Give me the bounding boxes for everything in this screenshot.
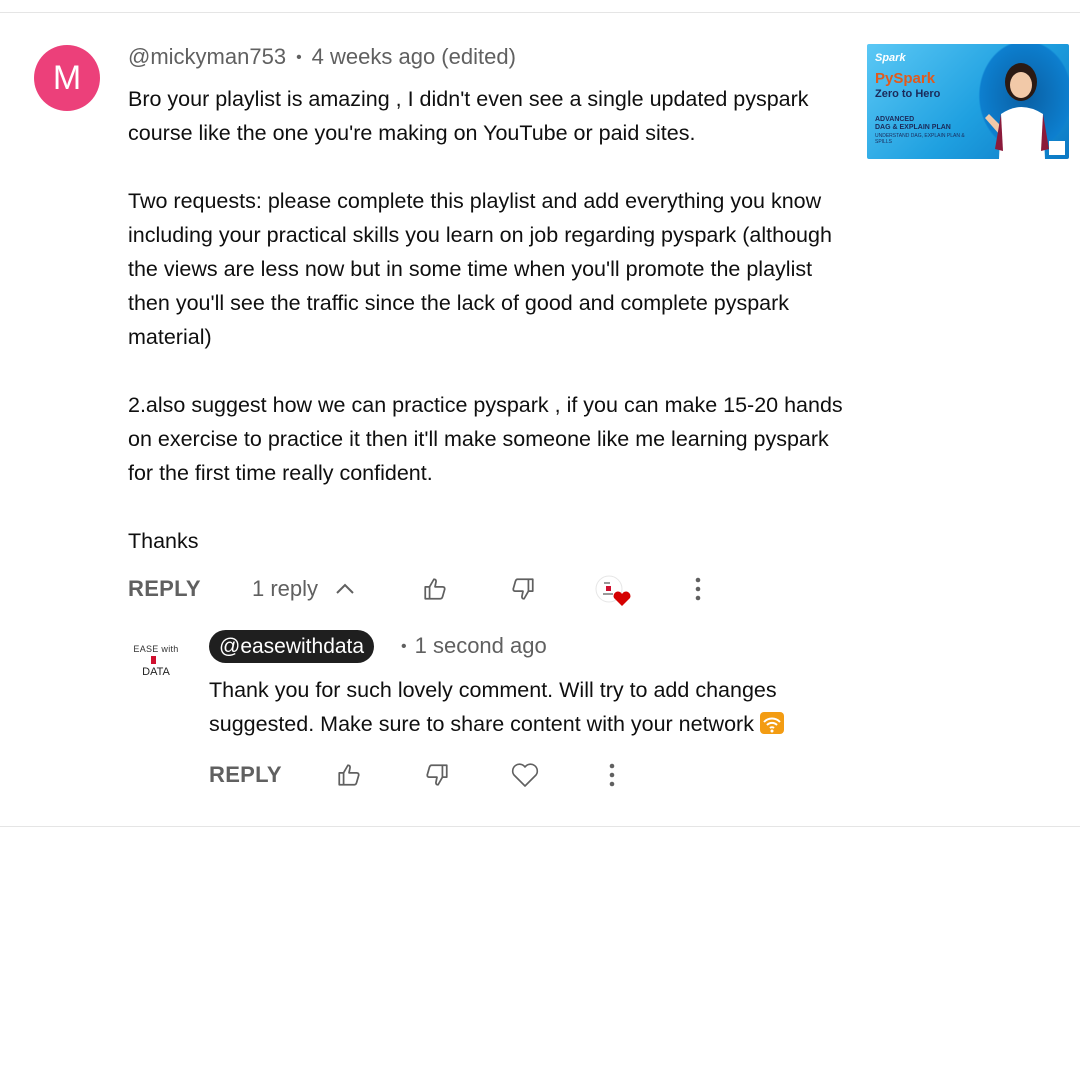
thumbnail-title: PySpark — [875, 70, 936, 87]
thumbs-up-icon[interactable] — [334, 760, 364, 790]
more-vert-icon[interactable] — [688, 574, 708, 604]
more-vert-icon[interactable] — [602, 760, 622, 790]
creator-logo-mark — [151, 656, 161, 664]
creator-avatar[interactable]: EASE with DATA — [128, 644, 184, 678]
comment-paragraph: 2.also suggest how we can practice pyspa… — [128, 393, 843, 485]
avatar-letter: M — [52, 58, 82, 97]
reply-timestamp[interactable]: 1 second ago — [415, 633, 547, 658]
comment-username[interactable]: @mickyman753 — [128, 44, 286, 69]
heart-icon[interactable] — [510, 760, 540, 790]
reply-text: Thank you for such lovely comment. Will … — [209, 678, 777, 736]
comment-body: Bro your playlist is amazing , I didn't … — [128, 82, 858, 558]
presenter-image — [985, 63, 1049, 159]
thumbnail-title-sub: Zero to Hero — [875, 88, 941, 100]
creator-heart-icon[interactable] — [594, 574, 634, 610]
reply-button[interactable]: REPLY — [128, 576, 201, 602]
thumbs-down-icon[interactable] — [422, 760, 452, 790]
thumbnail-fine-print: UNDERSTAND DAG, EXPLAIN PLAN & SPILLS — [875, 133, 965, 145]
creator-logo-line1: EASE with — [133, 644, 179, 654]
creator-handle-badge[interactable]: @easewithdata — [209, 630, 375, 663]
thumbnail-subtitle: ADVANCED DAG & EXPLAIN PLAN — [875, 116, 951, 131]
replies-toggle[interactable]: 1 reply — [252, 576, 354, 602]
replies-count: 1 reply — [252, 576, 319, 601]
meta-separator: • — [401, 638, 407, 655]
spark-logo: Spark — [875, 52, 906, 64]
chevron-up-icon — [336, 583, 354, 594]
wifi-signal-emoji — [759, 712, 784, 734]
reply-reply-button[interactable]: REPLY — [209, 762, 282, 788]
thumbnail-badge — [1049, 141, 1065, 155]
meta-separator: • — [296, 49, 302, 66]
reply-body: Thank you for such lovely comment. Will … — [209, 673, 849, 741]
bottom-divider — [0, 826, 1080, 827]
comment-paragraph: Bro your playlist is amazing , I didn't … — [128, 87, 809, 145]
comment-paragraph: Thanks — [128, 529, 199, 553]
thumbs-up-icon[interactable] — [420, 574, 450, 604]
comment-paragraph: Two requests: please complete this playl… — [128, 189, 832, 349]
comment-meta: @mickyman753 • 4 weeks ago (edited) — [128, 44, 516, 70]
comment-timestamp[interactable]: 4 weeks ago (edited) — [312, 44, 516, 69]
creator-logo-line2: DATA — [142, 666, 170, 678]
thumbs-down-icon[interactable] — [508, 574, 538, 604]
video-thumbnail[interactable]: Spark PySpark Zero to Hero ADVANCED DAG … — [867, 44, 1069, 159]
commenter-avatar[interactable]: M — [34, 45, 100, 111]
top-divider — [0, 12, 1080, 13]
reply-meta: • 1 second ago — [393, 633, 547, 659]
